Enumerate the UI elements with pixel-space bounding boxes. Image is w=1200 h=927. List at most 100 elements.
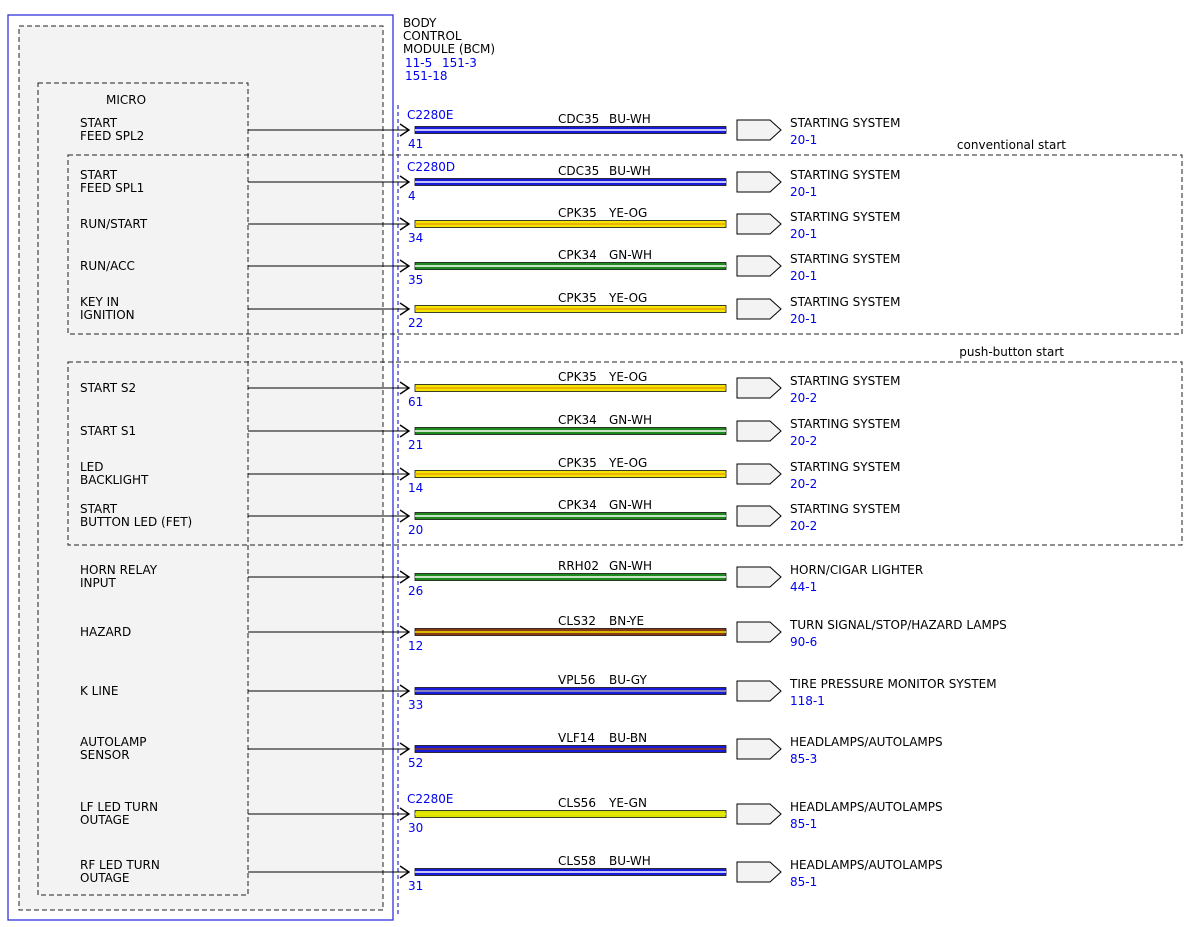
destination-flag	[736, 377, 782, 399]
signal-label: RF LED TURN	[80, 858, 160, 872]
destination-flag	[736, 680, 782, 702]
circuit-id: CPK35	[558, 456, 597, 470]
pin-number: 4	[408, 189, 416, 203]
module-name-line-1: BODY	[403, 16, 437, 30]
signal-label: AUTOLAMP	[80, 735, 147, 749]
circuit-id: VLF14	[558, 731, 595, 745]
destination-label: STARTING SYSTEM	[790, 374, 900, 388]
signal-label: HORN RELAY	[80, 563, 158, 577]
wire-color-label: YE-OG	[608, 206, 647, 220]
destination-ref[interactable]: 90-6	[790, 635, 817, 649]
bcm-inner-box	[18, 25, 384, 911]
destination-flag	[736, 566, 782, 588]
destination-label: HEADLAMPS/AUTOLAMPS	[790, 858, 943, 872]
destination-label: STARTING SYSTEM	[790, 502, 900, 516]
signal-label: K LINE	[80, 684, 118, 698]
wire-color-label: BU-WH	[609, 164, 651, 178]
pin-number: 14	[408, 481, 423, 495]
destination-ref[interactable]: 85-1	[790, 817, 817, 831]
signal-label: IGNITION	[80, 308, 135, 322]
group-label-conventional-start: conventional start	[957, 138, 1066, 152]
destination-label: STARTING SYSTEM	[790, 210, 900, 224]
circuit-id: CLS58	[558, 854, 596, 868]
destination-flag	[736, 119, 782, 141]
signal-label: LED	[80, 460, 104, 474]
pin-number: 41	[408, 137, 423, 151]
wire-color-label: YE-OG	[608, 370, 647, 384]
destination-ref[interactable]: 20-2	[790, 391, 817, 405]
destination-ref[interactable]: 20-2	[790, 477, 817, 491]
destination-ref[interactable]: 20-1	[790, 312, 817, 326]
signal-label: START S1	[80, 424, 136, 438]
pin-number: 12	[408, 639, 423, 653]
signal-label: OUTAGE	[80, 813, 130, 827]
wire-color-label: YE-OG	[608, 456, 647, 470]
destination-label: STARTING SYSTEM	[790, 252, 900, 266]
connector-id[interactable]: C2280E	[407, 108, 454, 122]
signal-label: INPUT	[80, 576, 117, 590]
wire-color-label: BU-GY	[609, 673, 647, 687]
signal-label: HAZARD	[80, 625, 131, 639]
destination-ref[interactable]: 20-1	[790, 133, 817, 147]
module-name-line-3: MODULE (BCM)	[403, 42, 495, 56]
destination-ref[interactable]: 85-3	[790, 752, 817, 766]
wire-color-label: YE-GN	[608, 796, 647, 810]
destination-flag	[736, 738, 782, 760]
circuit-id: CLS56	[558, 796, 596, 810]
signal-label: SENSOR	[80, 748, 130, 762]
destination-label: HEADLAMPS/AUTOLAMPS	[790, 800, 943, 814]
pin-number: 35	[408, 273, 423, 287]
destination-flag	[736, 298, 782, 320]
circuit-id: CPK34	[558, 498, 597, 512]
destination-flag	[736, 621, 782, 643]
module-ref-2[interactable]: 151-3	[442, 56, 477, 70]
pin-number: 22	[408, 316, 423, 330]
destination-label: STARTING SYSTEM	[790, 168, 900, 182]
wire-color-label: YE-OG	[608, 291, 647, 305]
connector-id[interactable]: C2280E	[407, 792, 454, 806]
destination-label: HORN/CIGAR LIGHTER	[790, 563, 923, 577]
circuit-id: VPL56	[558, 673, 595, 687]
wire-color-label: BU-WH	[609, 854, 651, 868]
pin-number: 31	[408, 879, 423, 893]
module-ref-3[interactable]: 151-18	[405, 69, 448, 83]
circuit-id: RRH02	[558, 559, 599, 573]
destination-label: TURN SIGNAL/STOP/HAZARD LAMPS	[789, 618, 1007, 632]
destination-ref[interactable]: 44-1	[790, 580, 817, 594]
destination-label: STARTING SYSTEM	[790, 417, 900, 431]
signal-label: OUTAGE	[80, 871, 130, 885]
pin-number: 30	[408, 821, 423, 835]
wire-color-label: GN-WH	[609, 498, 652, 512]
destination-label: STARTING SYSTEM	[790, 116, 900, 130]
wire-color-label: BN-YE	[609, 614, 644, 628]
pin-number: 21	[408, 438, 423, 452]
pin-number: 61	[408, 395, 423, 409]
destination-label: STARTING SYSTEM	[790, 460, 900, 474]
destination-ref[interactable]: 20-2	[790, 434, 817, 448]
pin-number: 26	[408, 584, 423, 598]
connector-id[interactable]: C2280D	[407, 160, 455, 174]
destination-flag	[736, 861, 782, 883]
destination-flag	[736, 213, 782, 235]
circuit-id: CPK34	[558, 413, 597, 427]
signal-label: FEED SPL2	[80, 129, 144, 143]
wire-color-label: BU-WH	[609, 112, 651, 126]
module-name-line-2: CONTROL	[403, 29, 462, 43]
destination-ref[interactable]: 20-1	[790, 269, 817, 283]
signal-label: BUTTON LED (FET)	[80, 515, 192, 529]
signal-label: KEY IN	[80, 295, 119, 309]
destination-label: STARTING SYSTEM	[790, 295, 900, 309]
destination-flag	[736, 803, 782, 825]
wire-color-label: GN-WH	[609, 413, 652, 427]
circuit-id: CPK34	[558, 248, 597, 262]
signal-label: START S2	[80, 381, 136, 395]
destination-ref[interactable]: 85-1	[790, 875, 817, 889]
wire-color-label: BU-BN	[609, 731, 647, 745]
destination-ref[interactable]: 20-1	[790, 227, 817, 241]
destination-ref[interactable]: 20-1	[790, 185, 817, 199]
destination-ref[interactable]: 20-2	[790, 519, 817, 533]
signal-label: RUN/ACC	[80, 259, 135, 273]
wire-color-label: GN-WH	[609, 559, 652, 573]
module-ref-1[interactable]: 11-5	[405, 56, 432, 70]
destination-ref[interactable]: 118-1	[790, 694, 825, 708]
